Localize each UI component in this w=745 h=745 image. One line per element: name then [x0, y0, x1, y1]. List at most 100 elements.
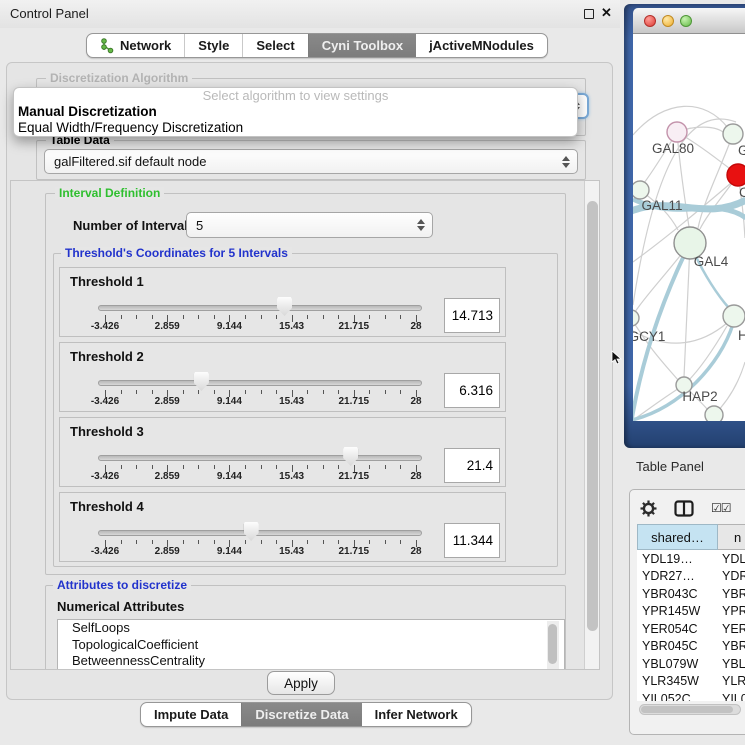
threshold-3-slider-thumb[interactable] — [343, 447, 358, 466]
tick-mark — [369, 315, 370, 319]
network-node[interactable] — [633, 310, 639, 326]
num-intervals-combobox[interactable]: 5 — [186, 212, 433, 238]
list-item[interactable]: SelfLoops — [58, 620, 564, 637]
table-row[interactable]: YER054CYER0 — [637, 620, 745, 638]
scrollbar-thumb[interactable] — [587, 201, 598, 631]
threshold-2-slider-track[interactable] — [98, 380, 422, 386]
table-row[interactable]: YBL079WYBL0 — [637, 655, 745, 673]
tab-infer-network[interactable]: Infer Network — [362, 703, 471, 726]
node-label: G — [738, 143, 745, 158]
scrollbar-thumb[interactable] — [641, 706, 733, 713]
network-canvas[interactable]: GAL80GCGAL11GAL4GCY1HHAP2 — [633, 34, 745, 421]
column-header-shared-name[interactable]: shared… — [637, 524, 718, 550]
network-node[interactable] — [667, 122, 687, 142]
threshold-3-box: Threshold 3 -3.4262.8599.14415.4321.7152… — [59, 417, 506, 487]
table-row[interactable]: YDR27…YDR2 — [637, 568, 745, 586]
tick-mark — [307, 540, 308, 544]
table-row[interactable]: YLR345WYLR3 — [637, 673, 745, 691]
threshold-3-value-field[interactable]: 21.4 — [444, 448, 500, 483]
column-header-name[interactable]: n — [718, 524, 745, 550]
tick-mark — [136, 540, 137, 544]
zoom-window-icon[interactable] — [680, 15, 692, 27]
cell-shared-name[interactable]: YPR145W — [637, 604, 718, 618]
checkboxes-icon[interactable]: ☑☑ — [711, 501, 731, 515]
threshold-1-slider-thumb[interactable] — [277, 297, 292, 316]
threshold-2-slider-thumb[interactable] — [194, 372, 209, 391]
list-item[interactable]: TopologicalCoefficient — [58, 637, 564, 654]
numerical-attributes-list[interactable]: SelfLoopsTopologicalCoefficientBetweenne… — [57, 619, 565, 670]
node-label: GCY1 — [633, 329, 665, 344]
cell-shared-name[interactable]: YBR043C — [637, 587, 718, 601]
dropdown-option-manual[interactable]: Manual Discretization — [14, 104, 577, 120]
tab-cyni-toolbox[interactable]: Cyni Toolbox — [308, 34, 416, 57]
cell-shared-name[interactable]: YER054C — [637, 622, 718, 636]
cell-shared-name[interactable]: YLR345W — [637, 674, 718, 688]
network-node[interactable] — [705, 406, 723, 421]
tab-select[interactable]: Select — [242, 34, 307, 57]
network-node[interactable] — [723, 305, 745, 327]
threshold-1-value-field[interactable]: 14.713 — [444, 298, 500, 333]
tab-impute-data[interactable]: Impute Data — [141, 703, 241, 726]
tab-discretize-data[interactable]: Discretize Data — [241, 703, 361, 726]
columns-icon[interactable] — [674, 500, 694, 517]
attributes-list-scrollbar[interactable] — [547, 621, 559, 669]
network-node[interactable] — [633, 181, 649, 199]
cell-name[interactable]: YLR3 — [718, 674, 745, 688]
control-panel-header: Control Panel ✕ — [0, 0, 620, 28]
cell-shared-name[interactable]: YBR045C — [637, 639, 718, 653]
network-node[interactable] — [723, 124, 743, 144]
settings-vertical-scrollbar[interactable] — [584, 181, 600, 669]
threshold-4-value-field[interactable]: 11.344 — [444, 523, 500, 558]
tick-label: 28 — [410, 396, 421, 407]
table-row[interactable]: YDL19…YDL1 — [637, 550, 745, 568]
table-row[interactable]: YBR043CYBR0 — [637, 585, 745, 603]
cell-shared-name[interactable]: YBL079W — [637, 657, 718, 671]
tab-style[interactable]: Style — [184, 34, 242, 57]
threshold-4-slider-track[interactable] — [98, 530, 422, 536]
table-row[interactable]: YIL052CYIL0 — [637, 690, 745, 701]
minimize-window-icon[interactable] — [662, 15, 674, 27]
threshold-3-slider-track[interactable] — [98, 455, 422, 461]
table-rows[interactable]: YDL19…YDL1YDR27…YDR2YBR043CYBR0YPR145WYP… — [637, 550, 745, 701]
cell-name[interactable]: YDL1 — [718, 552, 745, 566]
cell-shared-name[interactable]: YDR27… — [637, 569, 718, 583]
tab-select-label: Select — [256, 38, 294, 53]
close-panel-icon[interactable]: ✕ — [601, 5, 612, 21]
threshold-2-value-field[interactable]: 6.316 — [444, 373, 500, 408]
tick-mark — [276, 315, 277, 319]
cell-name[interactable]: YER0 — [718, 622, 745, 636]
scrollbar-thumb[interactable] — [548, 624, 557, 664]
close-window-icon[interactable] — [644, 15, 656, 27]
tab-network[interactable]: Network — [87, 34, 184, 57]
cell-name[interactable]: YDR2 — [718, 569, 745, 583]
gear-icon[interactable] — [640, 500, 657, 517]
threshold-4-slider-thumb[interactable] — [244, 522, 259, 541]
dropdown-option-equal-width[interactable]: Equal Width/Frequency Discretization — [14, 120, 577, 136]
cell-shared-name[interactable]: YDL19… — [637, 552, 718, 566]
cell-name[interactable]: YBR0 — [718, 587, 745, 601]
tick-mark — [152, 540, 153, 544]
table-horizontal-scrollbar[interactable] — [639, 704, 741, 715]
tab-jactivemnodules[interactable]: jActiveMNodules — [416, 34, 547, 57]
slider-tick-labels: -3.4262.8599.14415.4321.71528 — [60, 321, 505, 333]
cell-name[interactable]: YPR1 — [718, 604, 745, 618]
algorithm-dropdown-popup: Select algorithm to view settings Manual… — [13, 87, 578, 137]
apply-button[interactable]: Apply — [267, 671, 335, 695]
threshold-1-slider-track[interactable] — [98, 305, 422, 311]
cell-name[interactable]: YBR0 — [718, 639, 745, 653]
cell-name[interactable]: YIL0 — [718, 692, 745, 701]
network-window-titlebar[interactable] — [633, 8, 745, 34]
tick-mark — [214, 465, 215, 469]
tick-mark — [198, 465, 199, 469]
list-item[interactable]: BetweennessCentrality — [58, 653, 564, 670]
cell-name[interactable]: YBL0 — [718, 657, 745, 671]
cell-shared-name[interactable]: YIL052C — [637, 692, 718, 701]
table-data-combobox[interactable]: galFiltered.sif default node — [44, 149, 578, 174]
float-panel-icon[interactable] — [584, 9, 594, 19]
table-row[interactable]: YPR145WYPR1 — [637, 603, 745, 621]
table-row[interactable]: YBR045CYBR0 — [637, 638, 745, 656]
tick-mark — [261, 390, 262, 394]
network-node[interactable] — [727, 164, 745, 186]
tick-mark — [183, 465, 184, 469]
tick-mark — [369, 465, 370, 469]
